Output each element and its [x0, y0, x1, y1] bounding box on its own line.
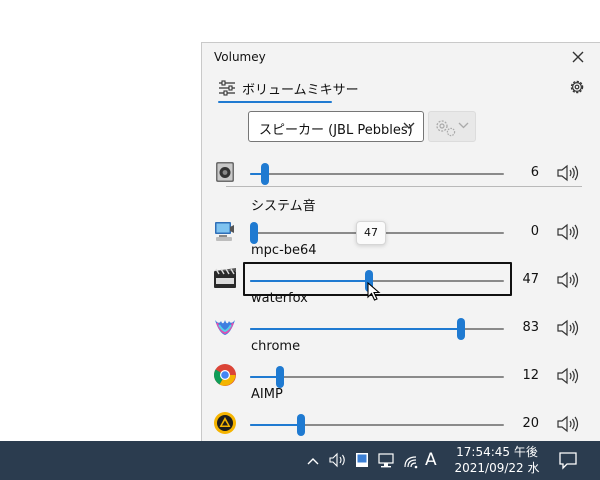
- device-volume-slider[interactable]: [250, 163, 504, 185]
- slider-thumb[interactable]: [296, 414, 305, 436]
- clock-date: 2021/09/22 水: [454, 461, 540, 475]
- chevron-up-icon[interactable]: [306, 441, 320, 480]
- session-name: システム音: [251, 199, 316, 214]
- gear-icon: [570, 80, 584, 94]
- session-mute-button[interactable]: [555, 413, 579, 435]
- aimp-icon: [214, 412, 236, 434]
- volumey-window: Volumey ボリュームミキサー スピーカー (JBL Pebbles) 6 …: [201, 42, 600, 442]
- session-name: AIMP: [251, 387, 283, 402]
- slider-thumb[interactable]: [261, 163, 270, 185]
- chevron-down-icon: [403, 122, 415, 129]
- ime-indicator[interactable]: A: [425, 450, 437, 470]
- clock-time: 17:54:45 午後: [456, 445, 538, 459]
- session-volume-slider[interactable]: [250, 318, 504, 340]
- session-row-aimp: AIMP 20: [202, 384, 600, 436]
- close-icon: [572, 51, 584, 63]
- taskbar: A 17:54:45 午後 2021/09/22 水: [0, 441, 600, 480]
- app-tray-icon[interactable]: [354, 441, 370, 480]
- session-volume-value: 83: [522, 320, 539, 335]
- chevron-down-icon: [458, 122, 469, 129]
- session-volume-value: 0: [530, 224, 539, 239]
- window-title: Volumey: [214, 50, 266, 64]
- tab-selected-indicator: [218, 101, 332, 103]
- device-volume-value: 6: [530, 165, 539, 180]
- session-volume-value: 20: [522, 416, 539, 431]
- session-name: chrome: [251, 339, 301, 354]
- session-volume-slider[interactable]: [250, 414, 504, 436]
- session-volume-value: 12: [522, 368, 539, 383]
- volume-tray-icon[interactable]: [328, 441, 348, 480]
- settings-button[interactable]: [568, 78, 586, 96]
- wifi-tray-icon[interactable]: [402, 441, 422, 480]
- divider: [226, 186, 582, 187]
- speaker-device-icon: [216, 162, 234, 182]
- session-row-system: システム音 0: [202, 192, 600, 244]
- tab-volume-mixer[interactable]: ボリュームミキサー: [218, 77, 359, 103]
- device-volume-row: 6: [202, 133, 600, 185]
- mixer-icon: [219, 80, 235, 96]
- session-volume-value: 47: [522, 272, 539, 287]
- mouse-cursor-icon: [367, 282, 381, 301]
- device-mute-button[interactable]: [555, 162, 579, 184]
- tab-label: ボリュームミキサー: [242, 83, 359, 98]
- speaker-icon: [557, 415, 579, 433]
- taskbar-clock[interactable]: 17:54:45 午後 2021/09/22 水: [452, 444, 542, 476]
- slider-fill: [250, 328, 461, 330]
- close-button[interactable]: [564, 45, 592, 69]
- session-volume-slider[interactable]: [250, 366, 504, 388]
- session-row-chrome: chrome 12: [202, 336, 600, 388]
- slider-fill: [250, 424, 301, 426]
- slider-value-tooltip: 47: [356, 221, 386, 245]
- session-name: mpc-be64: [251, 243, 317, 258]
- notification-center-icon[interactable]: [558, 450, 578, 470]
- network-tray-icon[interactable]: [377, 441, 397, 480]
- speaker-icon: [557, 164, 579, 182]
